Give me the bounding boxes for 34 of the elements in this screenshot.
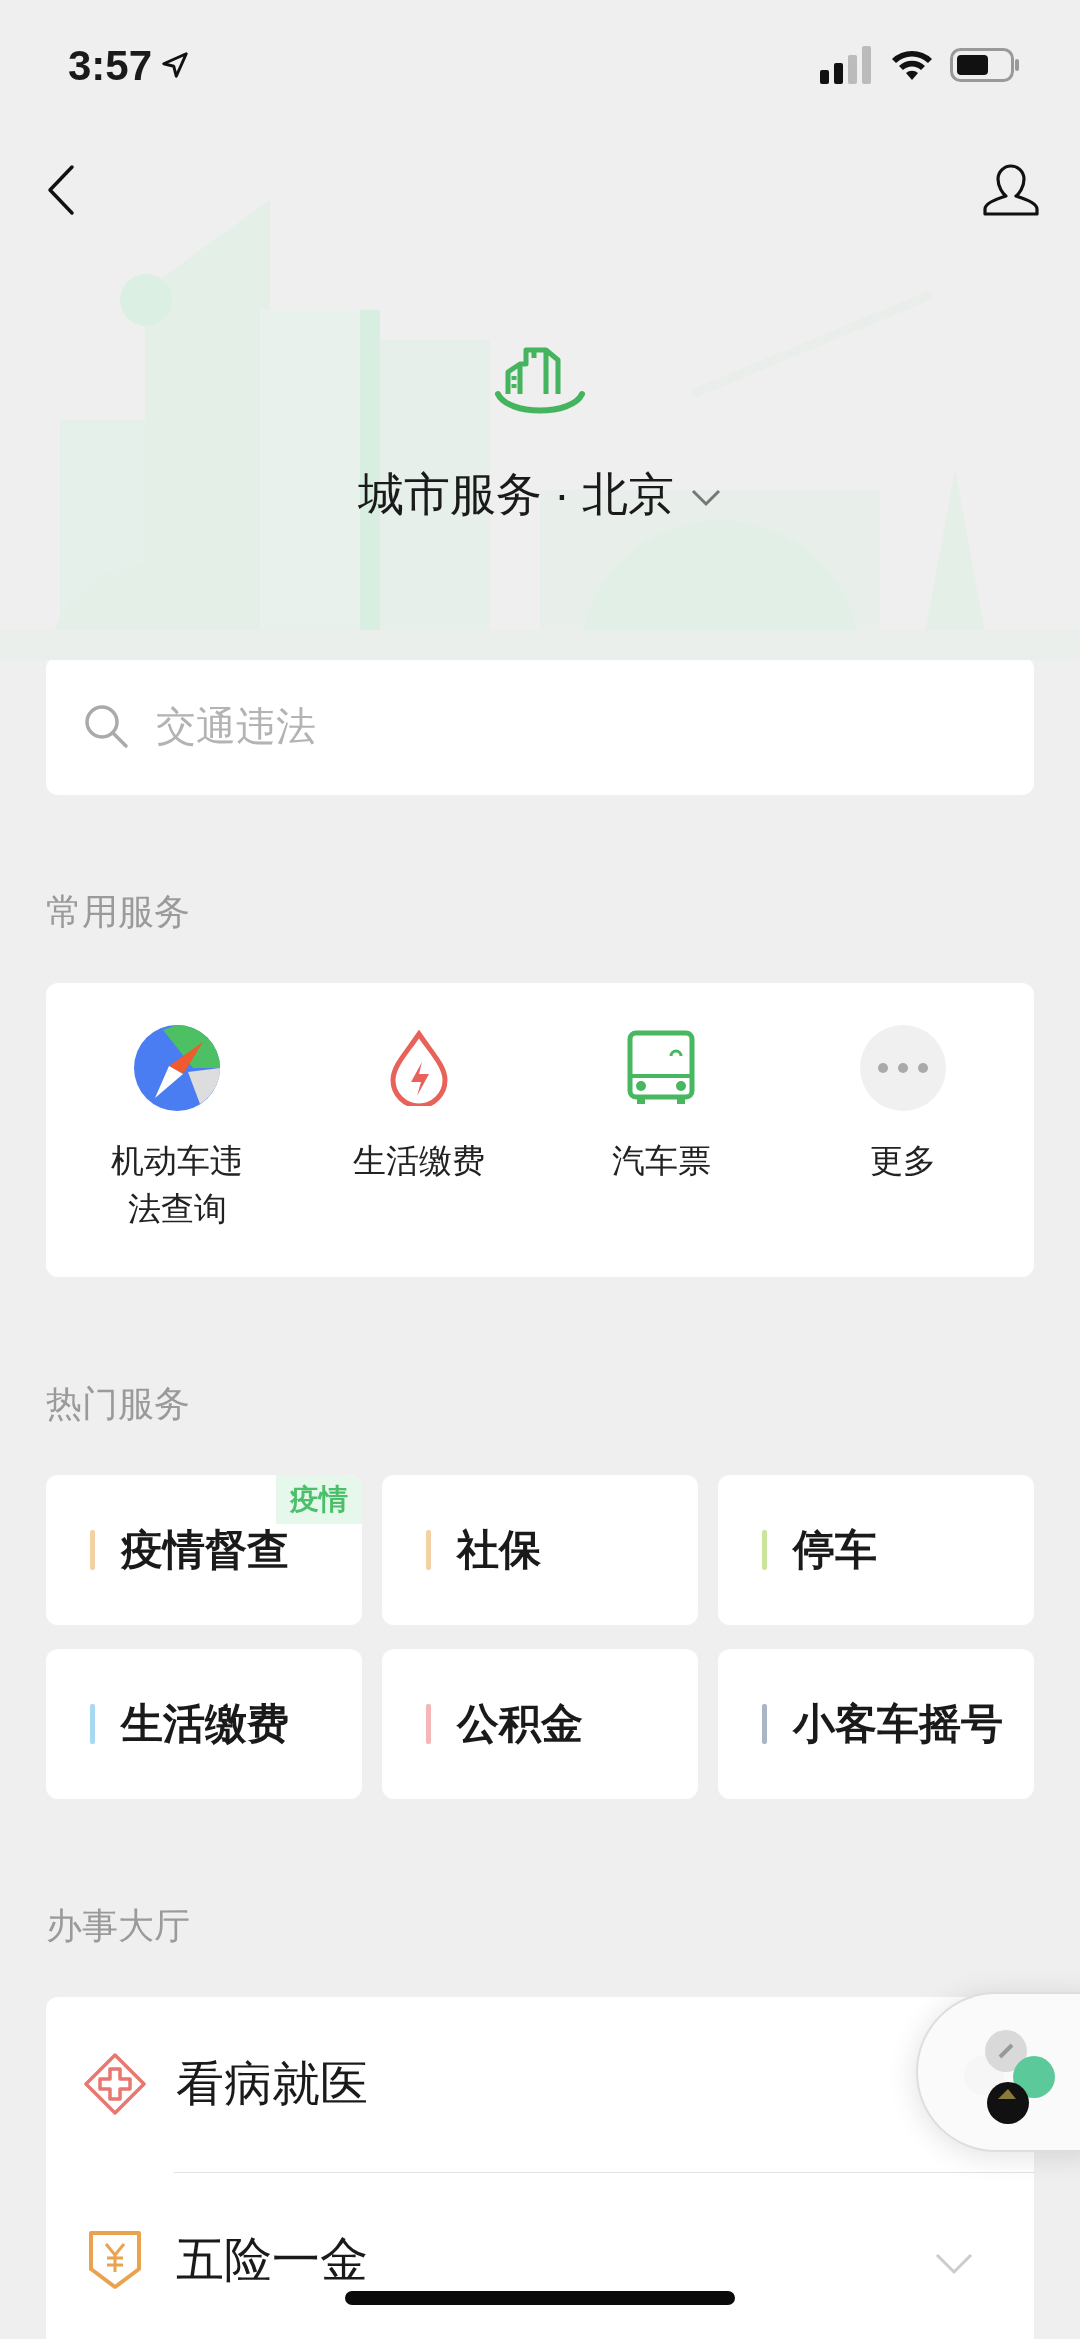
- hot-service-tile[interactable]: 停车: [718, 1474, 1034, 1625]
- chevron-down-icon: [690, 487, 723, 508]
- battery-icon: [950, 48, 1020, 82]
- section-title: 常用服务: [46, 890, 190, 934]
- service-item[interactable]: 生活缴费: [319, 1023, 519, 1233]
- section-title: 办事大厅: [46, 1903, 190, 1948]
- tag-label: 疫情: [276, 1474, 362, 1525]
- compass-icon: [133, 1024, 221, 1112]
- search-field[interactable]: 交通违法: [46, 657, 1034, 795]
- profile-button[interactable]: [982, 163, 1040, 217]
- service-item[interactable]: 更多: [803, 1023, 1003, 1233]
- back-button[interactable]: [46, 164, 76, 216]
- more-icon: [860, 1025, 946, 1111]
- yen-shield-icon: [88, 2230, 142, 2291]
- floating-window-menu[interactable]: [916, 1992, 1080, 2152]
- hot-service-tile[interactable]: 公积金: [382, 1648, 698, 1799]
- wifi-icon: [890, 48, 934, 82]
- hot-service-tile[interactable]: 疫情督查 疫情: [46, 1474, 362, 1625]
- service-item[interactable]: 机动车违法查询: [77, 1023, 277, 1233]
- search-input[interactable]: 交通违法: [154, 695, 998, 757]
- search-icon: [82, 702, 130, 750]
- status-time: 3:57: [68, 40, 153, 91]
- location-arrow-icon: [160, 50, 191, 80]
- service-hall-row[interactable]: 看病就医: [46, 1996, 1034, 2172]
- bus-icon: [627, 1030, 695, 1106]
- hot-service-tile[interactable]: 小客车摇号: [718, 1648, 1034, 1799]
- section-title: 热门服务: [46, 1381, 190, 1426]
- hot-service-tile[interactable]: 生活缴费: [46, 1648, 362, 1799]
- hot-service-tile[interactable]: 社保: [382, 1474, 698, 1625]
- medical-cross-icon: [84, 2053, 146, 2116]
- service-item[interactable]: 汽车票: [561, 1023, 761, 1233]
- signal-icon: [820, 46, 874, 84]
- city-selector[interactable]: 城市服务 · 北京: [357, 460, 723, 529]
- service-hall-row[interactable]: 五险一金: [46, 2172, 1034, 2339]
